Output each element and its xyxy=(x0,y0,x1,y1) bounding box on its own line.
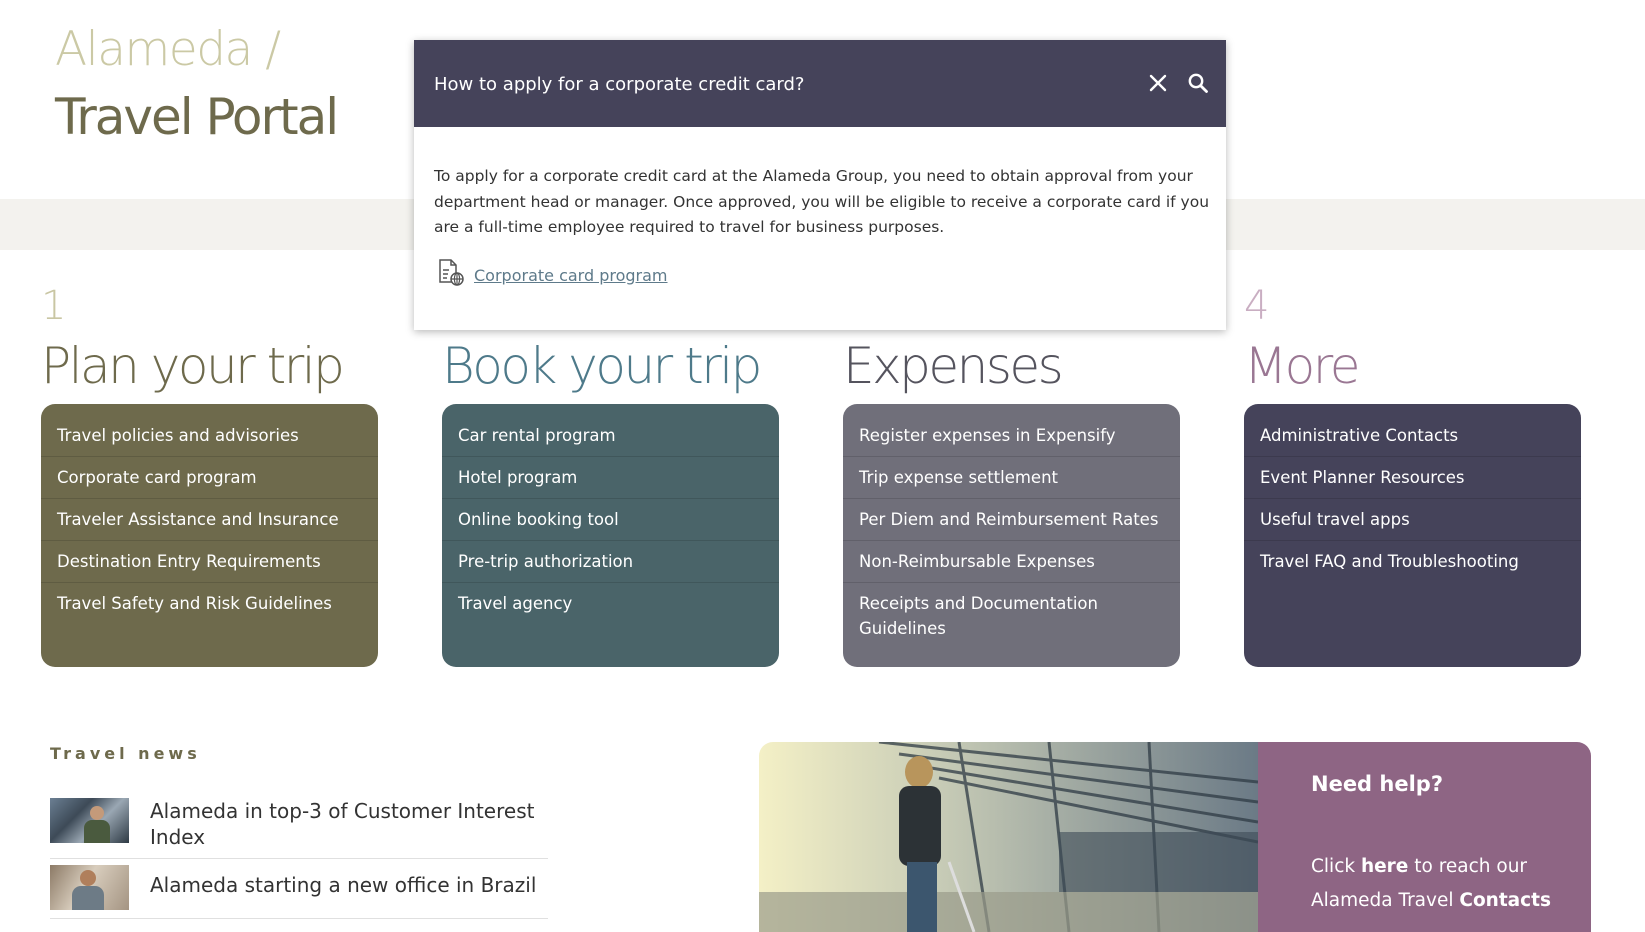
book-card: Car rental program Hotel program Online … xyxy=(442,404,779,667)
search-input[interactable] xyxy=(432,66,1076,102)
menu-item[interactable]: Destination Entry Requirements xyxy=(41,541,378,583)
help-title: Need help? xyxy=(1311,772,1444,796)
section-number: 1 xyxy=(41,283,67,329)
menu-item[interactable]: Hotel program xyxy=(442,457,779,499)
section-title: Plan your trip xyxy=(41,337,345,395)
menu-item[interactable]: Useful travel apps xyxy=(1244,499,1581,541)
menu-item[interactable]: Receipts and Documentation Guidelines xyxy=(843,583,1180,649)
search-icon[interactable] xyxy=(1181,66,1215,100)
document-globe-icon xyxy=(436,258,466,292)
search-panel: To apply for a corporate credit card at … xyxy=(414,40,1226,330)
menu-item[interactable]: Pre-trip authorization xyxy=(442,541,779,583)
news-heading: Travel news xyxy=(50,744,201,763)
news-item[interactable]: Alameda starting a new office in Brazil xyxy=(50,859,548,919)
brand-company: Alameda / xyxy=(55,22,281,77)
menu-item[interactable]: Travel policies and advisories xyxy=(41,415,378,457)
close-icon[interactable] xyxy=(1141,66,1175,100)
menu-item[interactable]: Register expenses in Expensify xyxy=(843,415,1180,457)
menu-item[interactable]: Per Diem and Reimbursement Rates xyxy=(843,499,1180,541)
news-item[interactable]: Alameda in top-3 of Customer Interest In… xyxy=(50,792,548,859)
help-panel: Need help? Click here to reach our Alame… xyxy=(1258,742,1591,932)
section-title: More xyxy=(1244,337,1360,395)
section-title: Book your trip xyxy=(442,337,762,395)
more-card: Administrative Contacts Event Planner Re… xyxy=(1244,404,1581,667)
menu-item[interactable]: Online booking tool xyxy=(442,499,779,541)
site-logo[interactable]: Alameda / Travel Portal xyxy=(55,20,339,148)
section-plan: 1 Plan your trip xyxy=(41,282,378,397)
menu-item[interactable]: Non-Reimbursable Expenses xyxy=(843,541,1180,583)
menu-item[interactable]: Travel agency xyxy=(442,583,779,624)
corporate-card-link[interactable]: Corporate card program xyxy=(474,266,668,285)
contacts-link[interactable]: Contacts xyxy=(1459,890,1551,911)
menu-item[interactable]: Event Planner Resources xyxy=(1244,457,1581,499)
news-thumbnail xyxy=(50,865,129,910)
news-list: Alameda in top-3 of Customer Interest In… xyxy=(50,792,548,919)
news-thumbnail xyxy=(50,798,129,843)
section-more: 4 More xyxy=(1244,282,1581,397)
menu-item[interactable]: Traveler Assistance and Insurance xyxy=(41,499,378,541)
here-link[interactable]: here xyxy=(1361,856,1408,877)
menu-item[interactable]: Corporate card program xyxy=(41,457,378,499)
plan-card: Travel policies and advisories Corporate… xyxy=(41,404,378,667)
section-number: 4 xyxy=(1244,283,1270,329)
hero-image xyxy=(759,742,1258,932)
menu-item[interactable]: Travel Safety and Risk Guidelines xyxy=(41,583,378,624)
news-headline[interactable]: Alameda starting a new office in Brazil xyxy=(150,872,536,898)
section-title: Expenses xyxy=(843,337,1064,395)
menu-item[interactable]: Trip expense settlement xyxy=(843,457,1180,499)
expenses-card: Register expenses in Expensify Trip expe… xyxy=(843,404,1180,667)
news-headline[interactable]: Alameda in top-3 of Customer Interest In… xyxy=(150,798,548,850)
search-bar xyxy=(414,40,1226,127)
help-text-prefix: Click xyxy=(1311,856,1361,877)
answer-link-row: Corporate card program xyxy=(436,258,668,292)
menu-item[interactable]: Car rental program xyxy=(442,415,779,457)
answer-text: To apply for a corporate credit card at … xyxy=(434,167,1210,236)
menu-item[interactable]: Travel FAQ and Troubleshooting xyxy=(1244,541,1581,582)
brand-portal-title: Travel Portal xyxy=(55,88,339,146)
menu-item[interactable]: Administrative Contacts xyxy=(1244,415,1581,457)
help-text: Click here to reach our Alameda Travel C… xyxy=(1311,850,1581,918)
